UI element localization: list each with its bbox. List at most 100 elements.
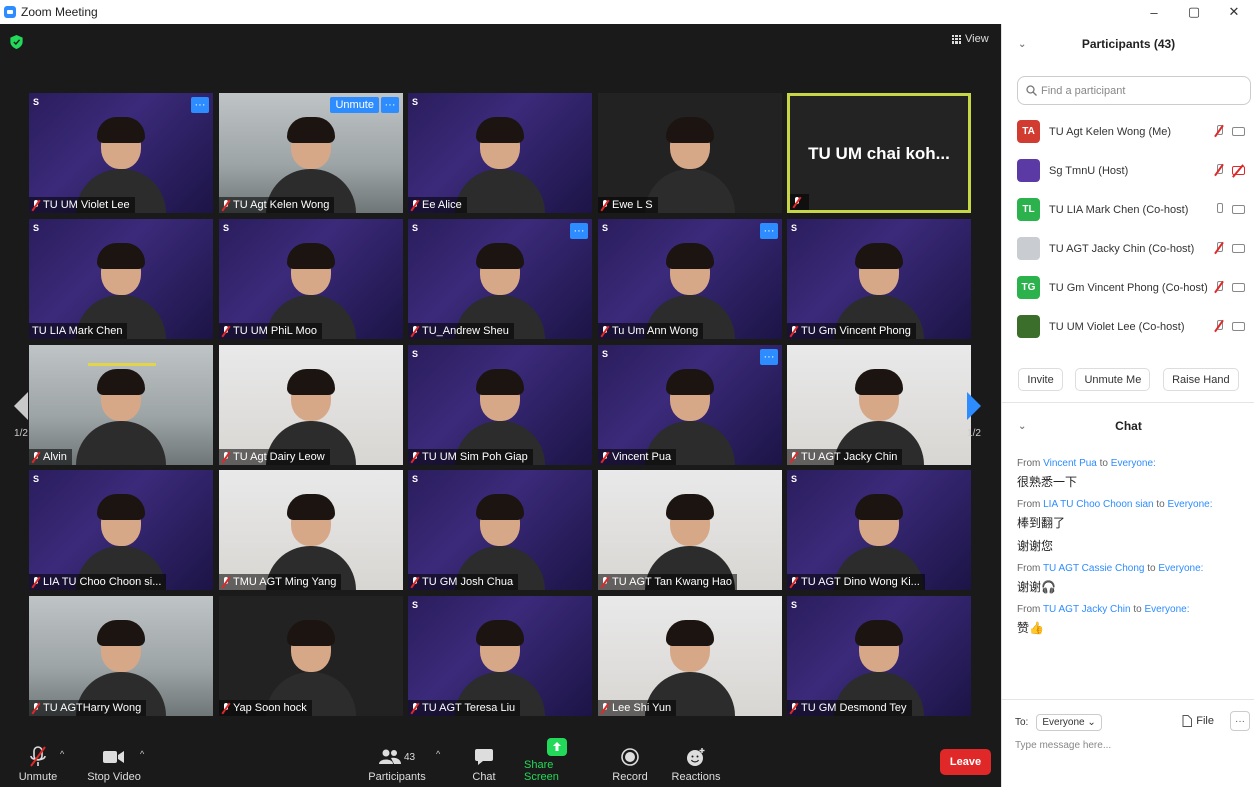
- sg-logo: S: [791, 474, 798, 484]
- participant-nameplate: TU LIA Mark Chen: [29, 323, 128, 339]
- tile-more-options-button[interactable]: ···: [381, 97, 399, 113]
- participant-list[interactable]: TA TU Agt Kelen Wong (Me) Sg TmnU (Host) TL…: [1002, 112, 1254, 346]
- participants-options-caret[interactable]: ^: [436, 749, 440, 759]
- participants-header: ⌄ Participants (43): [1018, 37, 1176, 51]
- share-screen-button[interactable]: Share Screen: [524, 738, 590, 787]
- muted-mic-icon: [601, 702, 609, 714]
- chat-message-header: From Vincent Pua to Everyone:: [1017, 458, 1247, 469]
- video-tile[interactable]: S TU GM Desmond Tey: [787, 596, 971, 716]
- video-tile[interactable]: S Tu Um Ann Wong ···: [598, 219, 782, 339]
- find-participant-input[interactable]: Find a participant: [1017, 76, 1251, 105]
- tile-more-options-button[interactable]: ···: [191, 97, 209, 113]
- video-tile[interactable]: S LIA TU Choo Choon si...: [29, 470, 213, 590]
- chat-sender[interactable]: TU AGT Jacky Chin: [1043, 604, 1131, 615]
- video-tile[interactable]: S TU GM Josh Chua: [408, 470, 592, 590]
- video-tile[interactable]: S TU Gm Vincent Phong: [787, 219, 971, 339]
- tile-more-options-button[interactable]: ···: [760, 223, 778, 239]
- camera-icon: [1232, 126, 1245, 136]
- video-tile[interactable]: TU UM chai koh...: [787, 93, 971, 213]
- view-button[interactable]: View: [952, 33, 989, 45]
- participant-row[interactable]: TL TU LIA Mark Chen (Co-host): [1002, 190, 1254, 229]
- video-tile[interactable]: TU AGTHarry Wong: [29, 596, 213, 716]
- muted-mic-icon: [793, 196, 801, 208]
- video-tile[interactable]: S TU UM Sim Poh Giap: [408, 345, 592, 465]
- video-tile[interactable]: S Vincent Pua ···: [598, 345, 782, 465]
- mic-muted-icon: [1214, 125, 1224, 137]
- video-tile[interactable]: TU Agt Kelen Wong ··· Unmute: [219, 93, 403, 213]
- participant-row[interactable]: TA TU Agt Kelen Wong (Me): [1002, 112, 1254, 151]
- search-icon: [1026, 85, 1037, 96]
- participant-row-name: TU UM Violet Lee (Co-host): [1049, 320, 1185, 333]
- video-camera-icon: [103, 746, 125, 768]
- participant-name: Ee Alice: [422, 199, 462, 211]
- video-tile[interactable]: Yap Soon hock: [219, 596, 403, 716]
- tile-more-options-button[interactable]: ···: [570, 223, 588, 239]
- video-tile[interactable]: S TU UM PhiL Moo: [219, 219, 403, 339]
- video-tile[interactable]: TU AGT Tan Kwang Hao: [598, 470, 782, 590]
- chat-sender[interactable]: Vincent Pua: [1043, 458, 1097, 469]
- video-tile[interactable]: S TU LIA Mark Chen: [29, 219, 213, 339]
- audio-options-caret[interactable]: ^: [60, 749, 64, 759]
- recipient-dropdown[interactable]: Everyone ⌄: [1036, 713, 1102, 731]
- participant-name: Tu Um Ann Wong: [612, 325, 699, 337]
- chat-button[interactable]: Chat: [466, 741, 502, 787]
- participant-row[interactable]: TU UM Violet Lee (Co-host): [1002, 307, 1254, 346]
- raise-hand-button[interactable]: Raise Hand: [1163, 368, 1239, 391]
- participant-row[interactable]: Sg TmnU (Host): [1002, 151, 1254, 190]
- chat-recipient-row: To: Everyone ⌄ File ···: [1015, 711, 1250, 733]
- muted-mic-icon: [222, 199, 230, 211]
- meeting-toolbar: Unmute ^ Stop Video ^ 43 Participants ^ …: [0, 738, 1001, 787]
- participant-nameplate: Yap Soon hock: [219, 700, 312, 716]
- close-button[interactable]: ✕: [1214, 0, 1254, 24]
- video-tile[interactable]: S TU AGT Dino Wong Ki...: [787, 470, 971, 590]
- participant-name: TU UM Violet Lee: [43, 199, 130, 211]
- participant-row[interactable]: TU AGT Jacky Chin (Co-host): [1002, 229, 1254, 268]
- participant-row-name: TU LIA Mark Chen (Co-host): [1049, 203, 1189, 216]
- video-tile[interactable]: TU AGT Jacky Chin: [787, 345, 971, 465]
- stop-video-button[interactable]: Stop Video: [86, 741, 142, 787]
- chat-message-input[interactable]: Type message here...: [1015, 740, 1111, 751]
- video-tile[interactable]: S TU_Andrew Sheu ···: [408, 219, 592, 339]
- chat-recipient: Everyone:: [1158, 563, 1204, 574]
- unmute-me-button[interactable]: Unmute Me: [1075, 368, 1151, 391]
- tile-more-options-button[interactable]: ···: [760, 349, 778, 365]
- minimize-button[interactable]: –: [1134, 0, 1174, 24]
- collapse-chat-chevron-icon[interactable]: ⌄: [1018, 421, 1026, 432]
- participants-button[interactable]: 43 Participants: [368, 741, 426, 787]
- video-tile[interactable]: Ewe L S: [598, 93, 782, 213]
- reactions-button[interactable]: Reactions: [670, 741, 722, 787]
- video-tile[interactable]: S TU AGT Teresa Liu: [408, 596, 592, 716]
- tile-unmute-button[interactable]: Unmute: [330, 97, 379, 113]
- participant-nameplate: Ee Alice: [408, 197, 467, 213]
- participant-name: Lee Shi Yun: [612, 702, 672, 714]
- sg-logo: S: [412, 600, 419, 610]
- video-tile[interactable]: S TU UM Violet Lee ···: [29, 93, 213, 213]
- previous-page-button[interactable]: 1/2: [14, 392, 28, 439]
- unmute-button[interactable]: Unmute: [14, 741, 62, 787]
- participant-nameplate: TU UM PhiL Moo: [219, 323, 322, 339]
- video-options-caret[interactable]: ^: [140, 749, 144, 759]
- sg-logo: S: [602, 349, 609, 359]
- chat-more-button[interactable]: ···: [1230, 711, 1250, 731]
- participant-nameplate: Alvin: [29, 449, 72, 465]
- invite-button[interactable]: Invite: [1018, 368, 1063, 391]
- leave-button[interactable]: Leave: [940, 749, 991, 775]
- chat-sender[interactable]: TU AGT Cassie Chong: [1043, 563, 1145, 574]
- video-tile[interactable]: S Ee Alice: [408, 93, 592, 213]
- participant-row[interactable]: TG TU Gm Vincent Phong (Co-host): [1002, 268, 1254, 307]
- participant-video: [645, 113, 735, 213]
- maximize-button[interactable]: ▢: [1174, 0, 1214, 24]
- chat-sender[interactable]: LIA TU Choo Choon sian: [1043, 499, 1153, 510]
- sg-logo: S: [791, 223, 798, 233]
- next-page-button[interactable]: 1/2: [967, 392, 981, 439]
- participant-row-name: TU Gm Vincent Phong (Co-host): [1049, 281, 1208, 294]
- security-shield-icon[interactable]: [10, 35, 23, 49]
- record-button[interactable]: Record: [608, 741, 652, 787]
- participant-video: [76, 365, 166, 465]
- video-tile[interactable]: Lee Shi Yun: [598, 596, 782, 716]
- video-tile[interactable]: TMU AGT Ming Yang: [219, 470, 403, 590]
- participant-nameplate: Ewe L S: [598, 197, 658, 213]
- collapse-participants-chevron-icon[interactable]: ⌄: [1018, 39, 1026, 50]
- video-tile[interactable]: TU Agt Dairy Leow: [219, 345, 403, 465]
- file-button[interactable]: File: [1182, 715, 1214, 727]
